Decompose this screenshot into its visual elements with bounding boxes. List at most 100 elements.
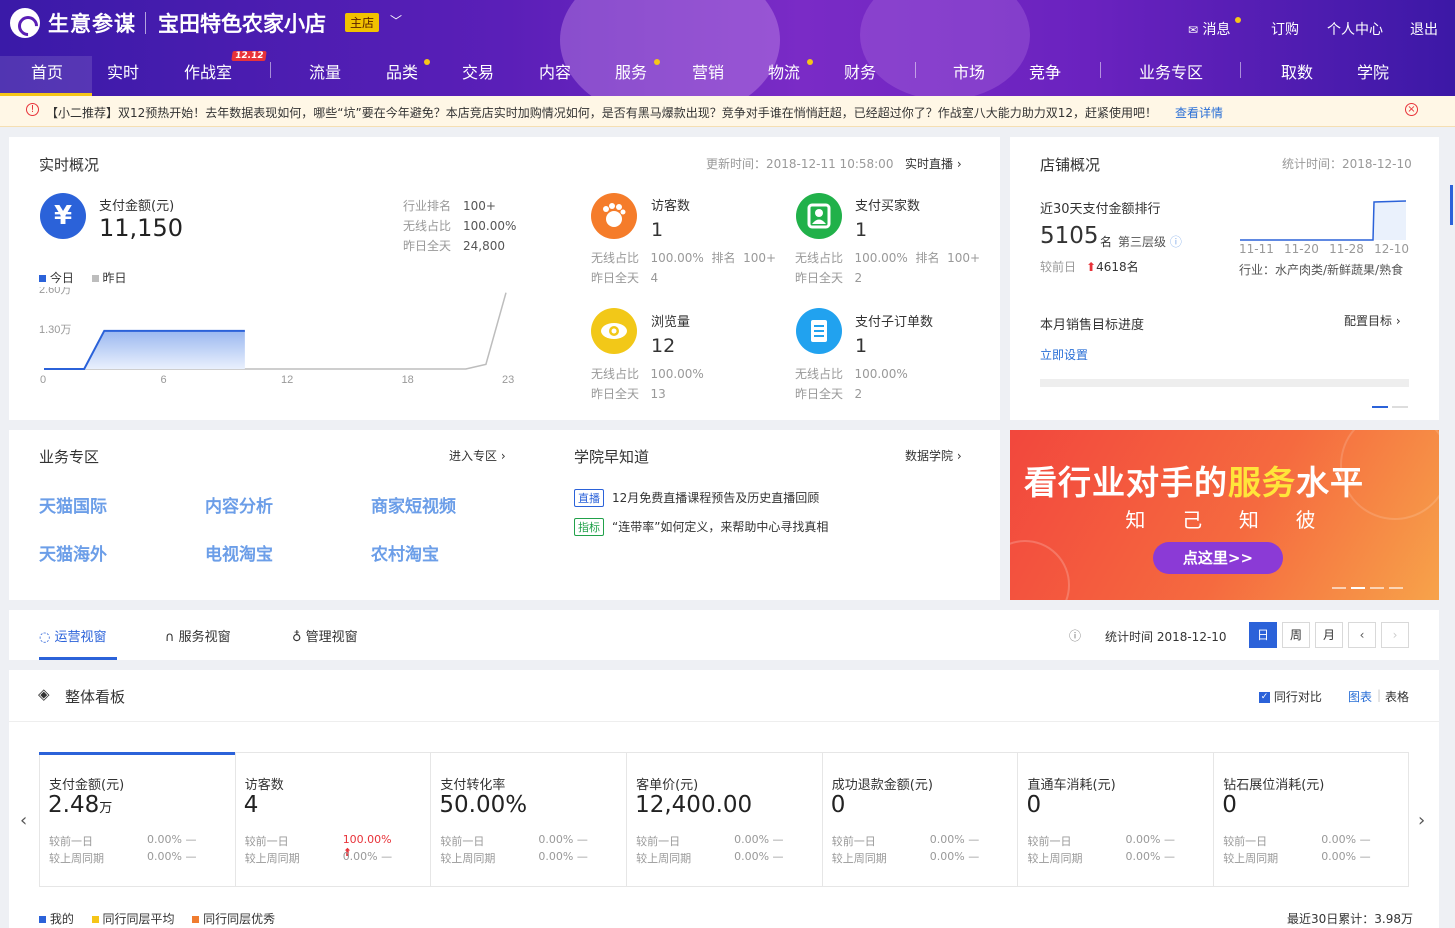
kpi-card[interactable]: 客单价(元) 12,400.00 较前一日 0.00% — 较上周同期 0.00% — xyxy=(627,752,823,887)
nav-realtime[interactable]: 实时 xyxy=(107,59,139,83)
tab-management[interactable]: ♁ 管理视窗 xyxy=(292,626,358,645)
business-item[interactable]: 农村淘宝 xyxy=(371,540,439,565)
tab-operations[interactable]: ◌ 运营视窗 xyxy=(39,626,107,645)
tab-service[interactable]: ∩ 服务视窗 xyxy=(165,626,231,645)
footprint-icon xyxy=(591,193,637,239)
next-date-button[interactable]: › xyxy=(1381,622,1409,648)
academy-item[interactable]: 指标 “连带率”如何定义，来帮助中心寻找真相 xyxy=(574,518,828,536)
academy-item[interactable]: 直播 12月免费直播课程预告及历史直播回顾 xyxy=(574,489,819,507)
nav-market[interactable]: 市场 xyxy=(953,59,985,83)
kpi-next-arrow[interactable]: › xyxy=(1418,810,1425,831)
shop-switch-chevron-down-icon[interactable]: ﹀ xyxy=(390,12,402,29)
prev-date-button[interactable]: ‹ xyxy=(1348,622,1376,648)
nav-competition[interactable]: 竞争 xyxy=(1029,59,1061,83)
checkbox-icon[interactable]: ✓ xyxy=(1259,692,1270,703)
nav-fetch-data[interactable]: 取数 xyxy=(1281,59,1313,83)
banner-headline: 看行业对手的服务水平 xyxy=(1024,456,1364,504)
subscribe-link[interactable]: 订购 xyxy=(1271,19,1299,39)
banner-cta-button[interactable]: 点这里>> xyxy=(1153,542,1283,574)
business-item[interactable]: 商家短视频 xyxy=(371,492,456,517)
nav-business-zone[interactable]: 业务专区 xyxy=(1139,59,1203,83)
carousel-dot[interactable] xyxy=(1389,587,1403,589)
headline-part: 水平 xyxy=(1296,463,1364,502)
scrollbar-thumb[interactable] xyxy=(1450,185,1453,225)
nav-category[interactable]: 品类 xyxy=(386,59,418,83)
tab-active-indicator xyxy=(39,657,117,660)
nav-marketing[interactable]: 营销 xyxy=(692,59,724,83)
chevron-right-icon: › xyxy=(956,157,962,171)
carousel-dot[interactable] xyxy=(1372,406,1388,408)
carousel-dot[interactable] xyxy=(1351,587,1365,589)
kpi-card[interactable]: 支付金额(元) 2.48万 较前一日 0.00% — 较上周同期 0.00% — xyxy=(40,752,236,887)
nav-logistics[interactable]: 物流 xyxy=(768,59,800,83)
carousel-dot[interactable] xyxy=(1332,587,1346,589)
view-tab-bar: ◌ 运营视窗 ∩ 服务视窗 ♁ 管理视窗 ⓘ 统计时间 2018-12-10 xyxy=(9,610,1439,660)
kpi-compare-row: 较上周同期 0.00% — xyxy=(245,850,395,866)
compare-pct: 0.00% xyxy=(1125,850,1161,863)
notice-details-link[interactable]: 查看详情 xyxy=(1175,104,1223,121)
banner-sub: 知 己 知 彼 xyxy=(1125,508,1324,532)
nav-academy[interactable]: 学院 xyxy=(1357,59,1389,83)
tier-label: 第三层级 ⓘ xyxy=(1118,233,1182,250)
kpi-value: 2.48万 xyxy=(48,792,112,818)
business-item[interactable]: 电视淘宝 xyxy=(205,540,273,565)
nav-war-room[interactable]: 作战室 xyxy=(184,59,232,83)
goal-set-link[interactable]: 立即设置 xyxy=(1040,346,1088,363)
profile-link[interactable]: 个人中心 xyxy=(1327,19,1383,39)
kpi-card[interactable]: 成功退款金额(元) 0 较前一日 0.00% — 较上周同期 0.00% — xyxy=(823,752,1019,887)
kpi-compare-row: 较前一日 0.00% — xyxy=(1223,833,1373,849)
carousel-dot[interactable] xyxy=(1392,406,1408,408)
view-chart-link[interactable]: 图表 xyxy=(1348,688,1372,705)
close-icon[interactable]: × xyxy=(1405,103,1418,116)
logo-icon[interactable] xyxy=(10,8,40,38)
tab-label: 运营视窗 xyxy=(54,630,107,645)
nav-traffic[interactable]: 流量 xyxy=(309,59,341,83)
goal-config-link[interactable]: 配置目标 › xyxy=(1344,312,1401,329)
kpi-prev-arrow[interactable]: ‹ xyxy=(20,810,27,831)
business-item[interactable]: 天猫海外 xyxy=(39,540,107,565)
carousel-dot[interactable] xyxy=(1370,587,1384,589)
kpi-card[interactable]: 直通车消耗(元) 0 较前一日 0.00% — 较上周同期 0.00% — xyxy=(1019,752,1215,887)
metric-row: 昨日全天 4 xyxy=(591,271,659,285)
card-title: 店铺概况 xyxy=(1040,156,1101,174)
academy-tag: 直播 xyxy=(574,489,604,507)
business-item[interactable]: 天猫国际 xyxy=(39,492,107,517)
kpi-card[interactable]: 钻石展位消耗(元) 0 较前一日 0.00% — 较上周同期 0.00% — xyxy=(1214,752,1410,887)
logout-link[interactable]: 退出 xyxy=(1410,19,1438,39)
date-tick: 11-11 xyxy=(1239,242,1274,256)
brand-title[interactable]: 生意参谋 xyxy=(48,8,136,38)
period-day-button[interactable]: 日 xyxy=(1249,622,1277,648)
nav-home[interactable]: 首页 xyxy=(31,59,63,83)
compare-pct: 0.00% xyxy=(1321,850,1357,863)
peer-compare-toggle[interactable]: ✓ 同行对比 xyxy=(1259,688,1322,705)
nav-service[interactable]: 服务 xyxy=(615,59,647,83)
compare-value: 0.00% — xyxy=(930,850,979,863)
kpi-compare-row: 较上周同期 0.00% — xyxy=(832,850,982,866)
business-item[interactable]: 内容分析 xyxy=(205,492,273,517)
industry-label: 行业：水产肉类/新鲜蔬果/熟食 xyxy=(1239,263,1404,277)
period-month-button[interactable]: 月 xyxy=(1315,622,1343,648)
help-icon[interactable]: ⓘ xyxy=(1170,235,1182,249)
view-table-link[interactable]: 表格 xyxy=(1385,688,1409,705)
period-week-button[interactable]: 周 xyxy=(1282,622,1310,648)
kpi-card[interactable]: 支付转化率 50.00% 较前一日 0.00% — 较上周同期 0.00% — xyxy=(431,752,628,887)
compare-label: 较上周同期 xyxy=(1223,852,1279,865)
pay-side-stats: 行业排名 100+ 无线占比 100.00% 昨日全天 24,800 xyxy=(403,196,516,256)
promo-banner[interactable]: 看行业对手的服务水平 知 己 知 彼 点这里>> xyxy=(1010,430,1439,600)
nav-finance[interactable]: 财务 xyxy=(844,59,876,83)
nav-divider xyxy=(1100,62,1101,78)
side-row-label: 无线占比 xyxy=(403,219,452,233)
enter-zone-link[interactable]: 进入专区 › xyxy=(449,447,506,464)
kpi-card[interactable]: 访客数 4 较前一日 100.00% ⬆ 较上周同期 0.00% — xyxy=(236,752,432,887)
messages-link[interactable]: ✉ 消息 xyxy=(1188,17,1241,39)
kpi-compare-row: 较前一日 0.00% — xyxy=(1028,833,1178,849)
nav-trade[interactable]: 交易 xyxy=(462,59,494,83)
shield-icon: ◌ xyxy=(39,630,51,645)
nav-divider xyxy=(270,62,271,78)
nav-content[interactable]: 内容 xyxy=(539,59,571,83)
info-icon[interactable]: ⓘ xyxy=(1069,627,1081,644)
divider xyxy=(145,12,146,34)
legend-label: 我的 xyxy=(49,912,74,926)
data-academy-link[interactable]: 数据学院 › xyxy=(905,447,962,464)
live-link[interactable]: 实时直播 › xyxy=(905,155,962,172)
